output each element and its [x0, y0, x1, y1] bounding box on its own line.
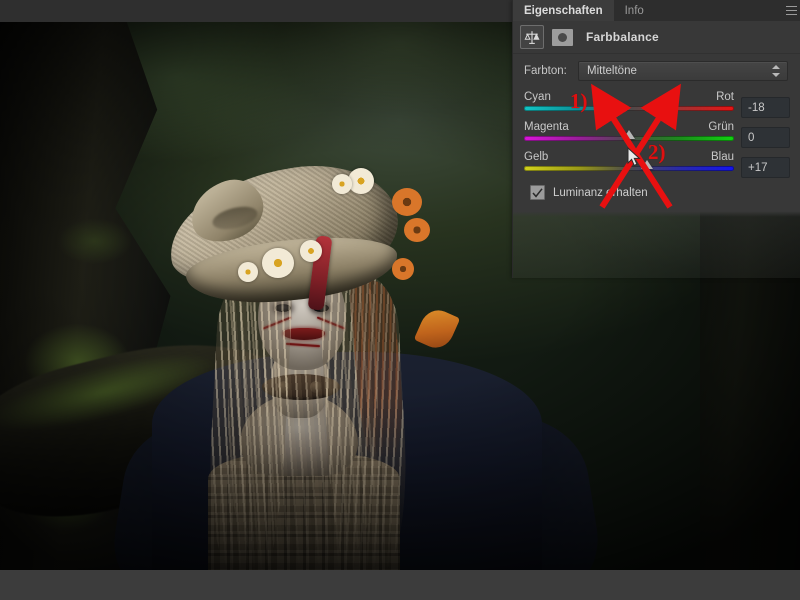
slider-magenta-value: 0 — [748, 131, 755, 144]
slider-yellow-value-field[interactable]: +17 — [741, 157, 790, 178]
slider-magenta-right-label: Grün — [708, 121, 734, 133]
slider-cyan-handle[interactable] — [604, 100, 617, 109]
updown-spinner-icon[interactable] — [772, 65, 780, 77]
photoshop-window: Eigenschaften Info Farbbalance Farbton: … — [0, 0, 800, 600]
tone-select[interactable]: Mitteltöne — [578, 61, 788, 81]
tone-label: Farbton: — [524, 65, 567, 77]
page-title: Farbbalance — [586, 30, 659, 44]
slider-magenta-green: Magenta Grün 0 — [524, 121, 790, 148]
slider-magenta-left-label: Magenta — [524, 121, 569, 133]
slider-cyan-right-label: Rot — [716, 91, 734, 103]
slider-cyan-track[interactable] — [524, 100, 734, 111]
slider-yellow-blue: Gelb Blau +17 — [524, 151, 790, 178]
luminance-row[interactable]: Luminanz erhalten — [513, 181, 800, 200]
properties-panel: Eigenschaften Info Farbbalance Farbton: … — [512, 0, 800, 278]
luminance-label: Luminanz erhalten — [553, 186, 648, 199]
tab-info[interactable]: Info — [614, 0, 655, 21]
slider-magenta-value-field[interactable]: 0 — [741, 127, 790, 148]
panel-body: Farbton: Mitteltöne Cyan Rot -18 Magenta… — [513, 53, 800, 200]
slider-group: Cyan Rot -18 Magenta Grün 0 Gelb Blau +1… — [513, 81, 800, 178]
color-balance-scale-icon[interactable] — [520, 25, 544, 49]
slider-cyan-track-wrap: -18 — [524, 97, 790, 118]
tone-row: Farbton: Mitteltöne — [513, 53, 800, 81]
luminance-checkbox[interactable] — [530, 185, 545, 200]
slider-yellow-track[interactable] — [524, 160, 734, 171]
slider-cyan-left-label: Cyan — [524, 91, 551, 103]
slider-yellow-value: +17 — [748, 161, 768, 174]
tab-eigenschaften-label: Eigenschaften — [524, 4, 603, 17]
checkmark-icon — [532, 187, 543, 198]
slider-cyan-value: -18 — [748, 101, 765, 114]
tab-eigenschaften[interactable]: Eigenschaften — [513, 0, 614, 21]
slider-yellow-handle[interactable] — [640, 160, 653, 169]
slider-cyan-value-field[interactable]: -18 — [741, 97, 790, 118]
panel-header: Farbbalance — [513, 21, 800, 54]
slider-yellow-left-label: Gelb — [524, 151, 549, 163]
panel-menu-icon[interactable] — [786, 6, 797, 15]
tab-info-label: Info — [624, 4, 644, 17]
layer-mask-icon[interactable] — [552, 28, 573, 46]
slider-magenta-handle[interactable] — [623, 130, 635, 139]
slider-magenta-track[interactable] — [524, 130, 734, 141]
panel-tab-bar: Eigenschaften Info — [513, 0, 800, 21]
slider-yellow-track-wrap: +17 — [524, 157, 790, 178]
slider-yellow-right-label: Blau — [710, 151, 734, 163]
slider-magenta-track-wrap: 0 — [524, 127, 790, 148]
canvas-bottom-strip — [0, 570, 800, 600]
tone-select-value: Mitteltöne — [587, 65, 637, 77]
slider-cyan-red: Cyan Rot -18 — [524, 91, 790, 118]
